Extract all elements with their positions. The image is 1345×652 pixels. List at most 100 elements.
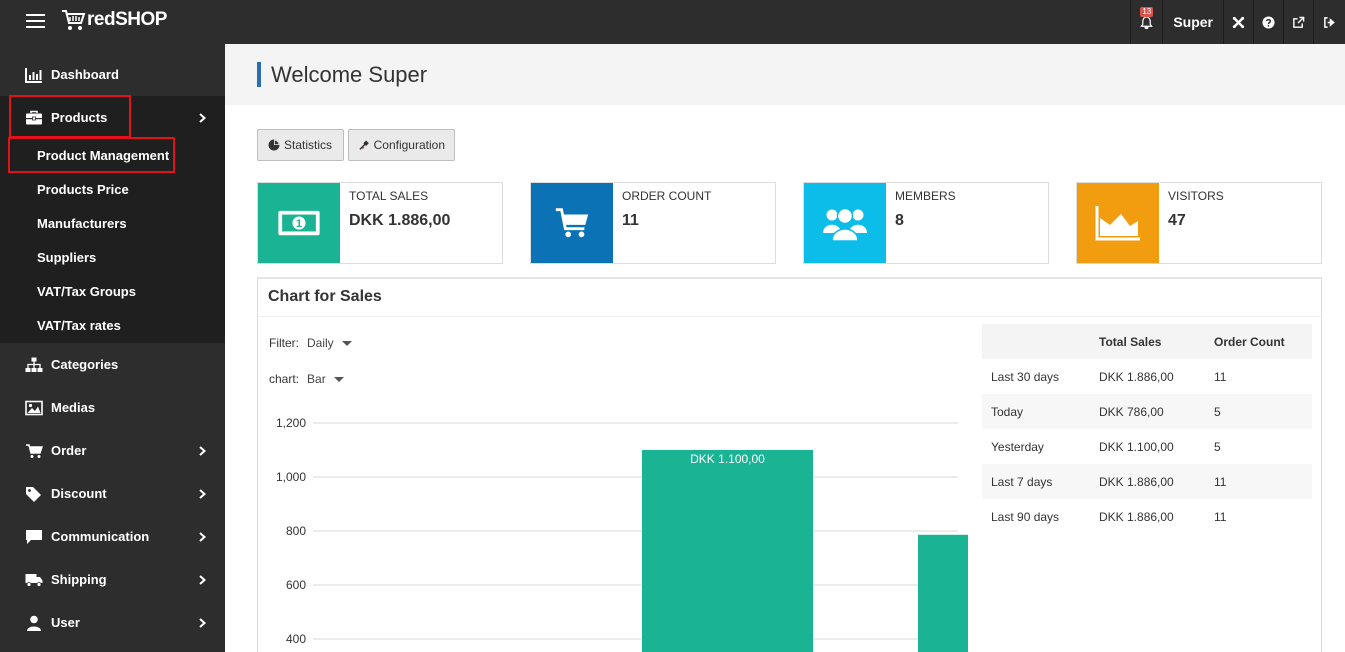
submenu-item-vat-tax-rates[interactable]: VAT/Tax rates xyxy=(0,308,225,342)
table-header-row: Total Sales Order Count xyxy=(982,324,1312,359)
sales-summary-table: Total Sales Order Count Last 30 days DKK… xyxy=(982,324,1312,534)
comment-icon xyxy=(25,529,43,545)
stat-label: ORDER COUNT xyxy=(622,189,712,203)
table-cell: 5 xyxy=(1214,439,1221,454)
filter-label: Filter: xyxy=(269,336,299,350)
stat-value: 11 xyxy=(622,212,639,229)
bar-data-label: DKK 1.100,00 xyxy=(690,452,765,466)
money-icon: 1 xyxy=(258,183,340,263)
chart-bar[interactable] xyxy=(918,534,968,652)
sign-out-icon xyxy=(1324,16,1335,28)
filter-value: Daily xyxy=(307,336,334,350)
submenu-item-manufacturers[interactable]: Manufacturers xyxy=(0,206,225,240)
table-cell: DKK 1.886,00 xyxy=(1099,369,1174,384)
question-icon xyxy=(1262,15,1275,29)
chart-type-value: Bar xyxy=(307,372,326,386)
menu-toggle-icon[interactable] xyxy=(26,14,45,28)
chart-type-row: chart: Bar xyxy=(269,372,344,386)
user-icon xyxy=(25,615,43,631)
sidebar-item-medias[interactable]: Medias xyxy=(0,386,225,429)
sidebar-item-label: User xyxy=(51,615,80,630)
cart-icon xyxy=(531,183,613,263)
sidebar-item-label: Dashboard xyxy=(51,67,119,82)
products-submenu: Product Management Products Price Manufa… xyxy=(0,138,225,343)
preview-site-button[interactable] xyxy=(1283,0,1313,44)
y-tick-label: 1,000 xyxy=(276,470,306,484)
filter-select[interactable]: Daily xyxy=(307,336,352,350)
y-tick-label: 600 xyxy=(286,578,306,592)
table-row: Last 30 days DKK 1.886,00 11 xyxy=(982,359,1312,394)
column-header: Total Sales xyxy=(1090,324,1205,359)
sidebar-item-communication[interactable]: Communication xyxy=(0,515,225,558)
page-header: Welcome Super xyxy=(225,44,1345,105)
briefcase-icon xyxy=(25,110,43,126)
table-cell: 11 xyxy=(1214,509,1227,524)
sidebar-item-label: Medias xyxy=(51,400,96,415)
users-icon xyxy=(804,183,886,263)
sidebar-item-dashboard[interactable]: Dashboard xyxy=(0,53,225,96)
column-header: Order Count xyxy=(1205,324,1312,359)
submenu-item-products-price[interactable]: Products Price xyxy=(0,172,225,206)
submenu-item-vat-tax-groups[interactable]: VAT/Tax Groups xyxy=(0,274,225,308)
cart-logo-icon xyxy=(62,10,86,30)
submenu-item-suppliers[interactable]: Suppliers xyxy=(0,240,225,274)
configuration-button[interactable]: Configuration xyxy=(348,129,455,161)
stat-value: 8 xyxy=(895,212,904,229)
statistics-button[interactable]: Statistics xyxy=(257,129,344,161)
area-chart-icon xyxy=(1077,183,1159,263)
stat-card-total-sales: 1 TOTAL SALES DKK 1.886,00 xyxy=(257,182,503,264)
caret-down-icon xyxy=(341,340,352,346)
filter-row: Filter: Daily xyxy=(269,336,352,350)
joomla-icon xyxy=(1232,16,1245,28)
sidebar-item-products[interactable]: Products xyxy=(0,96,225,139)
pie-chart-icon xyxy=(268,139,280,151)
bell-icon xyxy=(1140,15,1154,29)
statistics-label: Statistics xyxy=(284,138,333,152)
sidebar-item-discount[interactable]: Discount xyxy=(0,472,225,515)
table-row: Last 7 days DKK 1.886,00 11 xyxy=(982,464,1312,499)
table-cell: DKK 1.100,00 xyxy=(1099,439,1174,454)
table-cell: Last 7 days xyxy=(982,464,1090,499)
stat-label: TOTAL SALES xyxy=(349,189,429,203)
user-menu[interactable]: Super xyxy=(1162,0,1223,44)
sidebar-item-label: Products xyxy=(51,110,108,125)
table-cell: DKK 786,00 xyxy=(1090,394,1205,429)
sidebar-item-shipping[interactable]: Shipping xyxy=(0,558,225,601)
submenu-item-product-management[interactable]: Product Management xyxy=(0,138,225,172)
sidebar-item-user[interactable]: User xyxy=(0,601,225,644)
truck-icon xyxy=(25,572,43,588)
sidebar-item-label: Categories xyxy=(51,357,119,372)
chevron-right-icon xyxy=(199,113,207,123)
svg-text:1: 1 xyxy=(296,218,302,230)
sidebar-item-label: Discount xyxy=(51,486,107,501)
table-row: Today DKK 786,00 5 xyxy=(982,394,1312,429)
help-button[interactable] xyxy=(1253,0,1283,44)
table-cell: 5 xyxy=(1205,394,1312,429)
stat-card-members: MEMBERS 8 xyxy=(803,182,1049,264)
table-cell: 11 xyxy=(1214,369,1227,384)
table-cell: Yesterday xyxy=(991,439,1044,454)
column-header xyxy=(982,324,1090,359)
chart-type-label: chart: xyxy=(269,372,300,386)
chevron-right-icon xyxy=(199,618,207,628)
sidebar-item-order[interactable]: Order xyxy=(0,429,225,472)
y-tick-label: 1,200 xyxy=(276,416,306,430)
sidebar-item-categories[interactable]: Categories xyxy=(0,343,225,386)
sidebar: Dashboard Products Product Management Pr… xyxy=(0,44,225,652)
table-cell: Last 90 days xyxy=(991,509,1060,524)
chart-type-select[interactable]: Bar xyxy=(307,372,344,386)
stat-label: MEMBERS xyxy=(895,189,956,203)
chevron-right-icon xyxy=(199,446,207,456)
logo-text: redSHOP xyxy=(87,9,167,30)
image-icon xyxy=(25,400,43,416)
title-accent xyxy=(257,62,261,87)
joomla-button[interactable] xyxy=(1223,0,1253,44)
stat-label: VISITORS xyxy=(1168,189,1224,203)
chart-bar[interactable] xyxy=(642,450,813,652)
sales-bar-chart: 1,200 1,000 800 600 400 DKK 1.100,00 xyxy=(276,416,968,652)
app-logo[interactable]: redSHOP xyxy=(60,8,167,32)
bar-chart-icon xyxy=(25,67,43,83)
notifications-button[interactable]: 13 xyxy=(1130,0,1162,44)
logout-button[interactable] xyxy=(1313,0,1345,44)
configuration-label: Configuration xyxy=(373,138,445,152)
